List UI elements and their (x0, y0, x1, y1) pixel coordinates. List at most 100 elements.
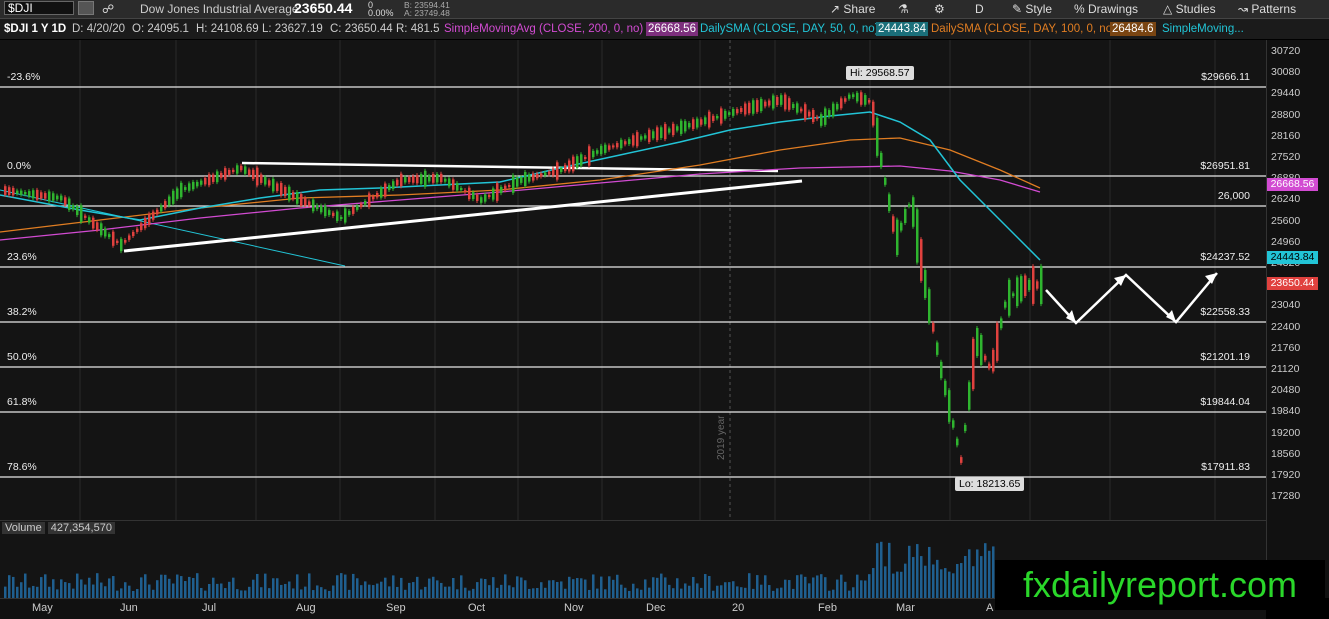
period-button[interactable]: D (975, 2, 984, 16)
candle-body (300, 194, 303, 206)
volume-bar (172, 583, 175, 599)
volume-bar (228, 581, 231, 599)
sma50-value: 24443.84 (876, 22, 928, 36)
fib-percent-label: 23.6% (7, 251, 37, 263)
more-studies-label[interactable]: SimpleMoving... (1162, 22, 1244, 36)
candle-body (24, 191, 27, 195)
volume-bar (952, 573, 955, 599)
price-chart[interactable]: -23.6% $29666.11 0.0% $26951.81 26,000 23.6% $… (0, 40, 1266, 520)
candle-body (552, 168, 555, 176)
candle-body (448, 178, 451, 187)
candle-body (252, 169, 255, 180)
volume-bar (940, 569, 943, 599)
bar-close: C: 23650.44 (330, 23, 393, 35)
candle-body (928, 289, 931, 323)
volume-bar (64, 582, 67, 599)
volume-bar (296, 574, 299, 599)
patterns-button[interactable]: ↝ Patterns (1238, 2, 1296, 16)
volume-bar (352, 573, 355, 599)
studies-label: Studies (1175, 2, 1216, 16)
candle-body (484, 194, 487, 202)
candle-body (200, 180, 203, 185)
volume-bar (572, 579, 575, 599)
volume-bar (896, 571, 899, 599)
share-button[interactable]: ↗ Share (830, 2, 875, 16)
flask-icon[interactable]: ⚗ (898, 2, 909, 16)
patterns-label: Patterns (1251, 2, 1297, 16)
volume-bar (692, 576, 695, 599)
volume-bar (880, 541, 883, 599)
candle-body (1028, 279, 1031, 291)
candle-body (692, 119, 695, 130)
candle-body (88, 217, 91, 223)
gear-icon[interactable]: ⚙ (934, 2, 945, 16)
volume-bar (40, 577, 43, 599)
candle-body (716, 116, 719, 119)
candle-body (152, 211, 155, 220)
volume-bar (560, 581, 563, 599)
candle-body (592, 150, 595, 158)
candle-body (8, 187, 11, 195)
candle-body (1036, 281, 1039, 289)
ask-price: A: 23749.48 (404, 8, 450, 18)
candle-body (460, 187, 463, 191)
candle-body (668, 128, 671, 133)
sma50-label[interactable]: DailySMA (CLOSE, DAY, 50, 0, no) (700, 22, 879, 36)
volume-bar (540, 582, 543, 599)
volume-bar (956, 564, 959, 599)
candle-body (388, 185, 391, 191)
chart-label[interactable]: $DJI 1 Y 1D (4, 22, 66, 36)
candle-body (916, 209, 919, 263)
candle-body (980, 334, 983, 366)
volume-bar (608, 576, 611, 599)
volume-bar (356, 578, 359, 599)
volume-bar (696, 583, 699, 599)
volume-bar (432, 576, 435, 599)
volume-bar (256, 573, 259, 599)
volume-bar (592, 574, 595, 599)
candle-body (444, 178, 447, 182)
volume-bar (96, 573, 99, 599)
fib-price-label: $24237.52 (1200, 251, 1250, 263)
candle-body (76, 205, 79, 216)
sma100-line (0, 137, 1041, 233)
fib-price-label: $22558.33 (1200, 306, 1250, 318)
volume-bar (144, 574, 147, 599)
candle-body (72, 205, 75, 210)
sma100-label[interactable]: DailySMA (CLOSE, DAY, 100, 0, no) (931, 22, 1116, 36)
candle-body (984, 355, 987, 361)
candle-body (608, 145, 611, 150)
symbol-dropdown-button[interactable] (78, 1, 94, 15)
candle-body (296, 192, 299, 204)
volume-bar (580, 578, 583, 599)
candle-body (136, 228, 139, 232)
volume-bar (904, 563, 907, 599)
chain-link-icon[interactable]: ☍ (102, 2, 114, 16)
volume-bar (600, 576, 603, 599)
price-axis-tick: 25600 (1271, 214, 1301, 227)
volume-bar (928, 546, 931, 599)
style-button[interactable]: ✎ Style (1012, 2, 1052, 16)
symbol-input[interactable]: $DJI (4, 1, 74, 15)
sma200-label[interactable]: SimpleMovingAvg (CLOSE, 200, 0, no) (444, 22, 643, 36)
studies-button[interactable]: △ Studies (1163, 2, 1216, 16)
candle-body (216, 171, 219, 183)
volume-bar (308, 573, 311, 599)
price-axis[interactable]: 3072030080294402880028160275202688026240… (1266, 40, 1329, 598)
candle-body (600, 145, 603, 155)
volume-bar (980, 556, 983, 599)
candle-body (512, 175, 515, 193)
candle-body (656, 127, 659, 141)
candle-body (312, 199, 315, 212)
drawings-button[interactable]: % Drawings (1074, 2, 1138, 16)
volume-bar (100, 582, 103, 599)
candle-body (92, 217, 95, 229)
candle-body (536, 173, 539, 179)
candle-body (532, 173, 535, 181)
volume-bar (20, 582, 23, 599)
candle-body (768, 100, 771, 106)
volume-bar (764, 575, 767, 599)
volume-bar (344, 574, 347, 599)
volume-bar (972, 566, 975, 599)
candle-body (468, 187, 471, 200)
